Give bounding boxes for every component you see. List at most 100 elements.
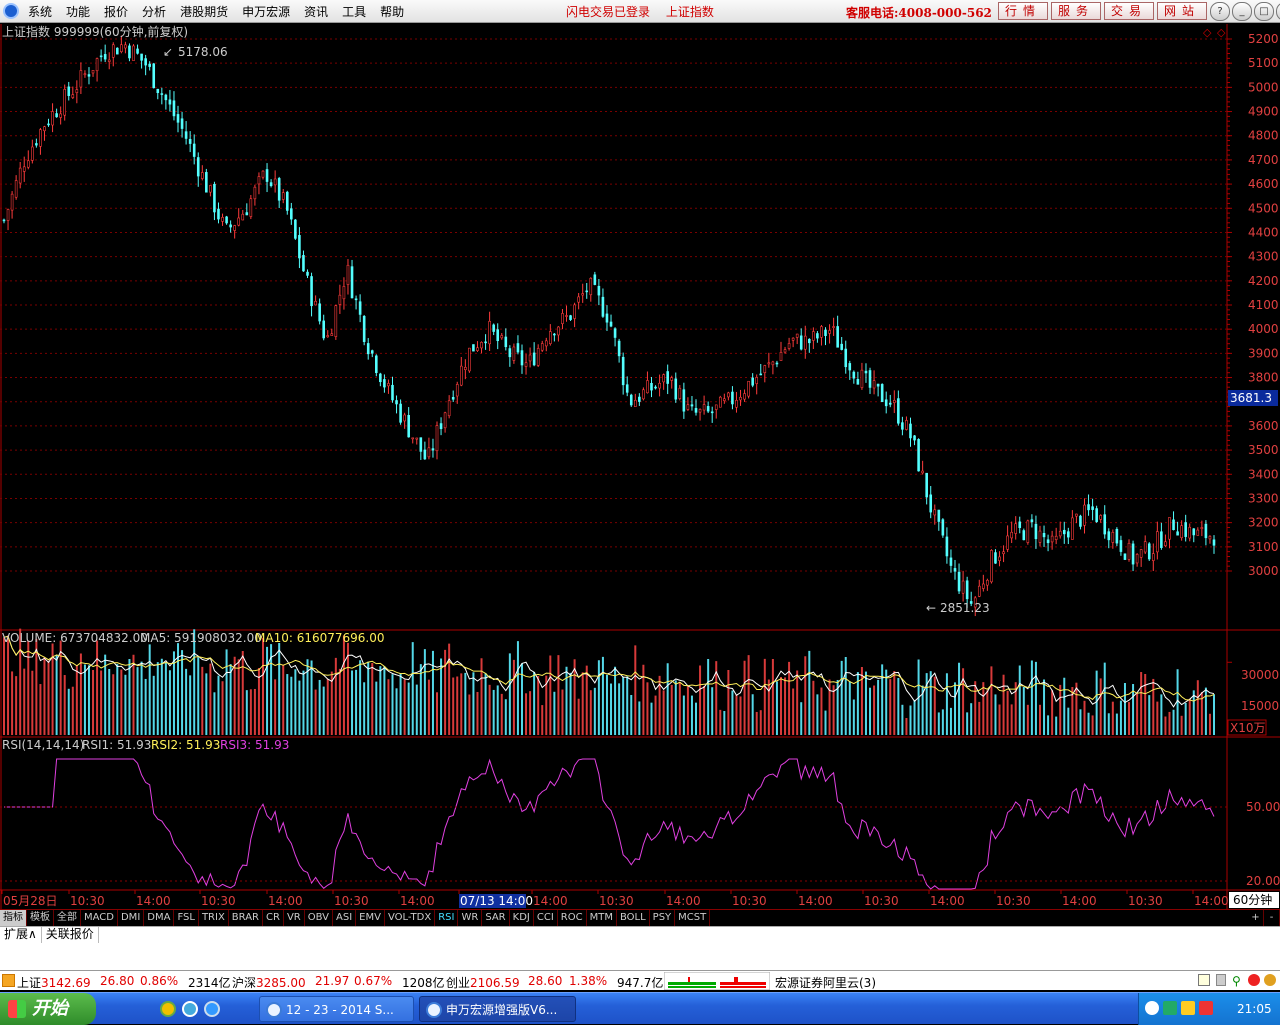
candle-body <box>897 398 900 424</box>
tab-kdj[interactable]: KDJ <box>510 910 534 926</box>
help-icon[interactable]: ? <box>1210 2 1230 21</box>
menu-swhy[interactable]: 申万宏源 <box>242 3 290 20</box>
ie-icon[interactable] <box>204 1001 220 1017</box>
maximize-icon[interactable]: □ <box>1254 2 1274 21</box>
alert-icon[interactable] <box>1248 974 1260 986</box>
candle-body <box>184 131 188 139</box>
tab-dmi[interactable]: DMI <box>118 910 145 926</box>
tab-asi[interactable]: ASI <box>333 910 357 926</box>
volume-icon[interactable] <box>1181 1001 1195 1015</box>
close-icon[interactable]: × <box>1276 2 1280 21</box>
cy-index[interactable]: 创业2106.59 <box>446 974 520 991</box>
tab-cci[interactable]: CCI <box>534 910 558 926</box>
menu-system[interactable]: 系统 <box>28 3 52 20</box>
cy-value: 2106.59 <box>470 976 520 990</box>
menu-quote[interactable]: 报价 <box>104 3 128 20</box>
tab-fsl[interactable]: FSL <box>174 910 199 926</box>
menu-tools[interactable]: 工具 <box>342 3 366 20</box>
menu-hk-futures[interactable]: 港股期货 <box>180 3 228 20</box>
related-quotes-button[interactable]: 关联报价 <box>42 927 99 943</box>
candle-body <box>901 422 904 430</box>
lock-icon[interactable] <box>1216 974 1226 986</box>
candle-body <box>338 294 342 305</box>
candle-body <box>690 404 694 407</box>
candle-body <box>1014 523 1018 534</box>
tab-vol-tdx[interactable]: VOL-TDX <box>385 910 436 926</box>
app-logo-icon[interactable] <box>3 3 19 19</box>
candle-body <box>1151 553 1155 561</box>
menu-analysis[interactable]: 分析 <box>142 3 166 20</box>
candle-body <box>654 386 657 389</box>
tab-brar[interactable]: BRAR <box>229 910 263 926</box>
tab-template[interactable]: 模板 <box>27 910 54 926</box>
tab-indicator[interactable]: 指标 <box>0 910 27 926</box>
chart-area[interactable]: 5200 5100 5000 4900 4800 4700 4600 4500 4400 4300… <box>0 24 1280 909</box>
minimize-icon[interactable]: _ <box>1232 2 1252 21</box>
server-name[interactable]: 宏源证券阿里云(3) <box>775 974 876 991</box>
tab-rsi[interactable]: RSI <box>435 910 459 926</box>
tab-cr[interactable]: CR <box>263 910 284 926</box>
taskbar-window-2[interactable]: 申万宏源增强版V6... <box>419 996 576 1022</box>
hs-index[interactable]: 沪深3285.00 <box>232 974 306 991</box>
network-icon[interactable] <box>1163 1001 1177 1015</box>
menu-function[interactable]: 功能 <box>66 3 90 20</box>
tab-psy[interactable]: PSY <box>650 910 676 926</box>
candle-body <box>1172 519 1175 531</box>
taskbar-window-1[interactable]: 12 - 23 - 2014 S... <box>259 996 414 1022</box>
browser-icon[interactable] <box>182 1001 198 1017</box>
candle-body <box>411 437 415 440</box>
candle-body <box>1026 520 1030 543</box>
flash-trade-status[interactable]: 闪电交易已登录 <box>566 5 650 19</box>
service-button[interactable]: 服务 <box>1051 2 1101 20</box>
marker-icon[interactable]: ◇ <box>1217 26 1226 39</box>
candle-body <box>1067 531 1070 538</box>
quote-button[interactable]: 行情 <box>998 2 1048 20</box>
tab-dma[interactable]: DMA <box>144 910 175 926</box>
signal-icon[interactable]: ⚲ <box>1232 974 1241 988</box>
tab-roc[interactable]: ROC <box>558 910 587 926</box>
diamond-icon[interactable]: ◇ <box>1203 26 1212 39</box>
menu-news[interactable]: 资讯 <box>304 3 328 20</box>
clock[interactable]: 21:05 <box>1237 1002 1272 1016</box>
tab-obv[interactable]: OBV <box>305 910 333 926</box>
tab-trix[interactable]: TRIX <box>199 910 229 926</box>
candle-body <box>634 399 637 407</box>
qq-icon[interactable] <box>160 1001 176 1017</box>
tab-wr[interactable]: WR <box>458 910 483 926</box>
menu-help[interactable]: 帮助 <box>380 3 404 20</box>
tray-arrow-icon[interactable] <box>1145 1001 1159 1015</box>
trade-button[interactable]: 交易 <box>1104 2 1154 20</box>
zoom-out-button[interactable]: - <box>1264 910 1280 926</box>
sh-index[interactable]: 上证3142.69 <box>17 974 91 991</box>
tab-mcst[interactable]: MCST <box>675 910 711 926</box>
price-tick-label: 3200 <box>1248 516 1279 530</box>
time-axis-label: 14:00 <box>798 894 833 908</box>
candle-body <box>1200 527 1204 530</box>
tab-mtm[interactable]: MTM <box>587 910 617 926</box>
time-axis-label: 14:00 <box>930 894 965 908</box>
candle-body <box>51 111 54 126</box>
candle-body <box>326 335 330 338</box>
website-button[interactable]: 网站 <box>1157 2 1207 20</box>
tab-sar[interactable]: SAR <box>482 910 510 926</box>
kline-chart[interactable]: 5200 5100 5000 4900 4800 4700 4600 4500 4400 4300… <box>0 24 1280 909</box>
tab-vr[interactable]: VR <box>284 910 305 926</box>
status-menu-icon[interactable] <box>2 974 15 987</box>
start-button[interactable]: 开始 <box>0 993 96 1025</box>
candle-body <box>577 296 580 303</box>
expand-button[interactable]: 扩展∧ <box>0 927 42 943</box>
candle-body <box>459 365 463 386</box>
period-label[interactable]: 60分钟 <box>1233 892 1272 907</box>
tab-macd[interactable]: MACD <box>81 910 118 926</box>
candle-body <box>718 396 722 408</box>
tab-all[interactable]: 全部 <box>54 910 81 926</box>
note-icon[interactable] <box>1198 974 1210 986</box>
candle-body <box>884 399 888 407</box>
rsi-label: RSI(14,14,14) <box>2 738 84 752</box>
candle-body <box>1083 504 1086 526</box>
zoom-in-button[interactable]: + <box>1248 910 1264 926</box>
tab-boll[interactable]: BOLL <box>617 910 650 926</box>
shield-icon[interactable] <box>1199 1001 1213 1015</box>
info-icon[interactable] <box>1264 974 1276 986</box>
tab-emv[interactable]: EMV <box>356 910 385 926</box>
